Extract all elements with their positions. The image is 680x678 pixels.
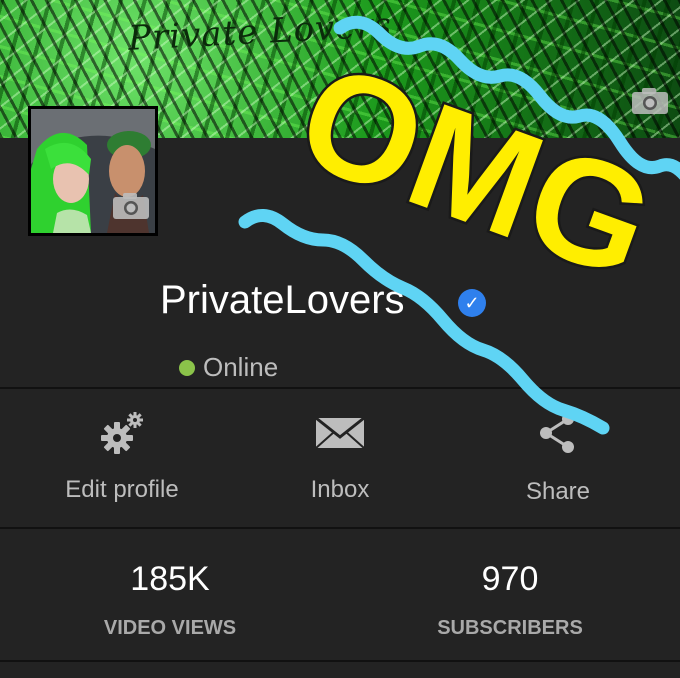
- profile-picture[interactable]: [28, 106, 158, 236]
- video-views-count: 185K: [130, 560, 210, 598]
- online-dot-icon: [179, 359, 195, 376]
- verified-badge-icon: ✓: [458, 289, 486, 317]
- subscribers-count: 970: [481, 560, 539, 598]
- change-avatar-camera-icon[interactable]: [111, 191, 151, 221]
- gears-icon: [101, 412, 143, 454]
- change-cover-camera-icon[interactable]: [630, 86, 670, 116]
- divider: [0, 660, 680, 662]
- divider: [0, 387, 680, 389]
- share-label: Share: [525, 478, 591, 505]
- online-status-label: Online: [203, 352, 279, 382]
- video-views-label: VIDEO VIEWS: [103, 617, 237, 639]
- subscribers-label: SUBSCRIBERS: [437, 617, 583, 639]
- online-status: Online: [179, 352, 278, 383]
- subscribers-stat: 970 SUBSCRIBERS: [360, 560, 660, 640]
- inbox-button[interactable]: Inbox: [230, 408, 450, 518]
- envelope-icon: [315, 416, 365, 449]
- share-button[interactable]: Share: [448, 408, 668, 518]
- share-icon: [540, 413, 574, 453]
- banner-title: Private Lovers: [127, 5, 394, 59]
- divider: [0, 527, 680, 529]
- inbox-label: Inbox: [310, 476, 370, 503]
- channel-name: PrivateLovers: [160, 278, 405, 322]
- edit-profile-label: Edit profile: [65, 476, 179, 503]
- edit-profile-button[interactable]: Edit profile: [12, 408, 232, 518]
- video-views-stat: 185K VIDEO VIEWS: [20, 560, 320, 640]
